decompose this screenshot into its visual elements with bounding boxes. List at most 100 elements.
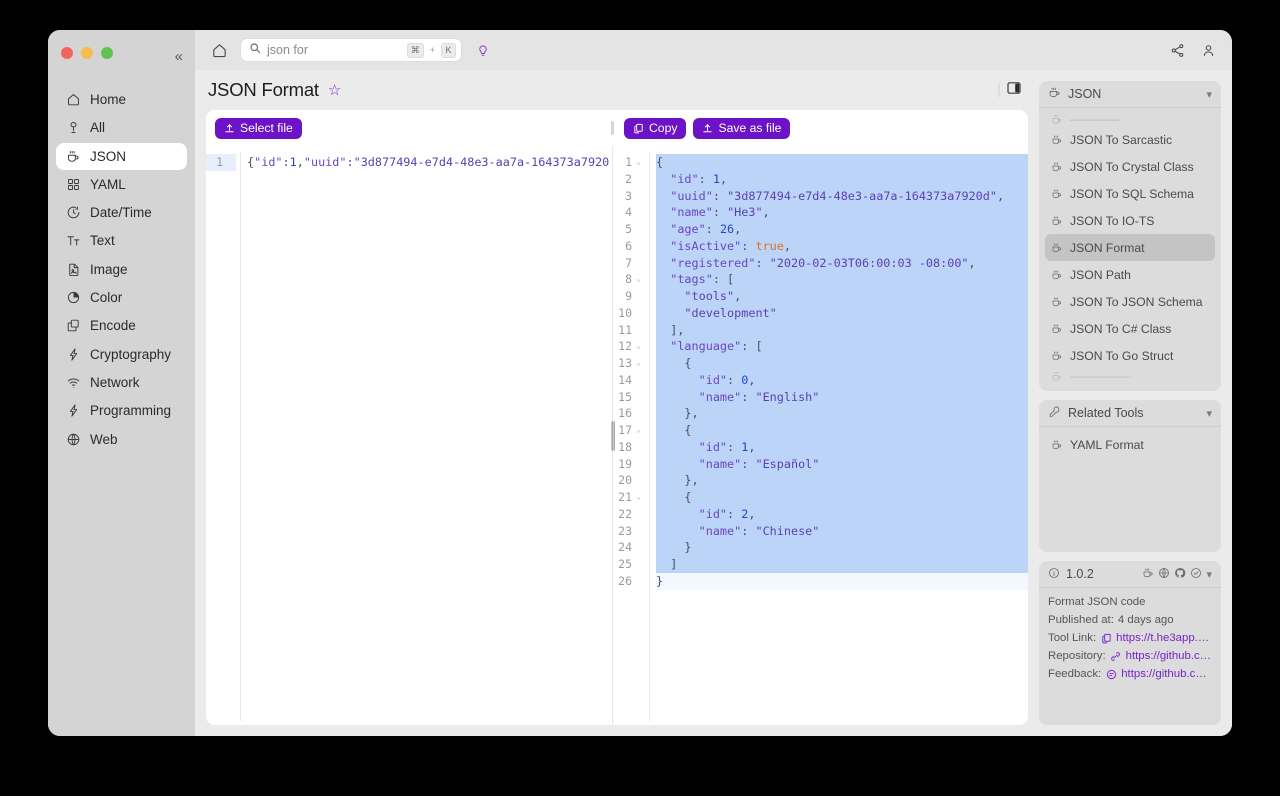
line-number: 2: [625, 171, 632, 186]
output-code[interactable]: { "id": 1, "uuid": "3d877494-e7d4-48e3-a…: [650, 146, 1028, 725]
search-value: json for: [267, 43, 308, 57]
related-tools-card: Related Tools ▾ YAML Format: [1039, 400, 1221, 552]
sidebar-item-label: YAML: [90, 176, 126, 192]
select-file-button[interactable]: Select file: [215, 117, 302, 139]
wifi-icon: [65, 374, 81, 390]
json-tool-item[interactable]: JSON To IO-TS: [1045, 207, 1215, 234]
fold-toggle-icon[interactable]: ⌄: [635, 271, 641, 288]
code-line: }: [656, 572, 1028, 590]
line-number: 10: [618, 305, 632, 320]
globe-icon[interactable]: [1158, 567, 1170, 582]
sidebar-item-home[interactable]: Home: [56, 86, 187, 113]
fold-toggle-icon[interactable]: ⌄: [635, 154, 641, 171]
lightbulb-icon[interactable]: [473, 40, 493, 60]
json-tools-title: JSON: [1068, 87, 1102, 101]
sidebar-item-yaml[interactable]: YAML: [56, 171, 187, 198]
sidebar-item-cryptography[interactable]: Cryptography: [56, 341, 187, 368]
copy-label: Copy: [649, 121, 678, 135]
sidebar-item-web[interactable]: Web: [56, 426, 187, 453]
tool-published: Published at: 4 days ago: [1048, 614, 1174, 626]
person-icon[interactable]: [1198, 40, 1218, 60]
repository-link[interactable]: https://github.com...: [1126, 650, 1212, 662]
json-tool-item[interactable]: JSON To SQL Schema: [1045, 180, 1215, 207]
json-tool-item[interactable]: JSON To Sarcastic: [1045, 126, 1215, 153]
center-column: JSON Format ☆ Select file Copy Save as f…: [195, 70, 1039, 736]
json-tool-item[interactable]: JSON To C# Class: [1045, 315, 1215, 342]
sidebar-item-json[interactable]: JSON: [56, 142, 187, 170]
json-tool-label: JSON To C# Class: [1070, 321, 1172, 336]
feedback-link[interactable]: https://github.com/...: [1121, 668, 1212, 680]
right-panel-toggle-icon[interactable]: [1006, 80, 1022, 101]
code-line: }: [656, 539, 1028, 556]
related-tools-header[interactable]: Related Tools ▾: [1039, 400, 1221, 427]
sidebar-item-date-time[interactable]: Date/Time: [56, 199, 187, 226]
copy-button[interactable]: Copy: [624, 117, 687, 139]
input-editor[interactable]: 1 {"id":1,"uuid":"3d877494-e7d4-48e3-aa7…: [206, 146, 610, 725]
code-line: {: [656, 154, 1028, 171]
collapse-sidebar-icon[interactable]: «: [175, 49, 183, 64]
json-tool-item[interactable]: JSON Path: [1045, 261, 1215, 288]
star-outline-icon[interactable]: ☆: [328, 83, 341, 98]
output-editor[interactable]: 1 ⌄ 2 3 4 5 6 7 8 ⌄ 9 10 11 12 ⌄ 13 ⌄ 14 15 16 17 ⌄ 18 19 20 21 ⌄ 2…: [615, 146, 1028, 725]
chevron-down-icon[interactable]: ▾: [1206, 407, 1212, 420]
tool-link[interactable]: https://t.he3app.co...: [1116, 632, 1212, 644]
line-number: 17 ⌄: [618, 422, 641, 439]
home-icon[interactable]: [209, 40, 229, 60]
sidebar-item-encode[interactable]: Encode: [56, 312, 187, 339]
sidebar-item-label: Cryptography: [90, 346, 172, 362]
share-icon[interactable]: [1167, 40, 1187, 60]
sidebar-item-label: Encode: [90, 318, 136, 334]
search-shortcut-plus: +: [429, 45, 435, 55]
page-header: JSON Format ☆: [206, 70, 1028, 110]
chevron-down-icon[interactable]: ▾: [1206, 568, 1212, 581]
page-title: JSON Format: [208, 79, 319, 100]
save-as-file-button[interactable]: Save as file: [693, 117, 791, 139]
code-line: "language": [: [656, 338, 1028, 355]
chevron-down-icon[interactable]: ▾: [1206, 88, 1212, 101]
code-line: {: [656, 422, 1028, 439]
input-code[interactable]: {"id":1,"uuid":"3d877494-e7d4-48e3-aa7a-…: [241, 146, 610, 725]
check-circle-icon[interactable]: [1190, 567, 1202, 582]
fold-toggle-icon[interactable]: ⌄: [635, 422, 641, 439]
code-line: "uuid": "3d877494-e7d4-48e3-aa7a-164373a…: [656, 187, 1028, 205]
code-line: "id": 0,: [656, 371, 1028, 389]
line-number: 11: [618, 322, 632, 337]
json-tool-item[interactable]: JSON To Go Struct: [1045, 342, 1215, 369]
maximize-window-button[interactable]: [101, 47, 113, 59]
line-number: 22: [618, 506, 632, 521]
code-line: "development": [656, 304, 1028, 322]
sidebar-nav-list: Home All JSON YAML Date/Time Text Image Color En…: [48, 86, 195, 453]
sidebar-item-all[interactable]: All: [56, 114, 187, 141]
input-gutter: 1: [206, 146, 240, 725]
fold-toggle-icon[interactable]: ⌄: [635, 338, 641, 355]
json-tool-item[interactable]: JSON Format: [1045, 234, 1215, 261]
minimize-window-button[interactable]: [81, 47, 93, 59]
tool-card: Select file Copy Save as file 1 {"id":1,…: [206, 110, 1028, 725]
fold-toggle-icon[interactable]: ⌄: [635, 489, 641, 506]
sidebar-item-programming[interactable]: Programming: [56, 397, 187, 424]
json-tool-item[interactable]: JSON To JSON Schema: [1045, 288, 1215, 315]
output-toolbar: Copy Save as file: [615, 117, 1028, 139]
sidebar-item-image[interactable]: Image: [56, 256, 187, 283]
cup-icon: [1051, 269, 1063, 281]
code-line: "registered": "2020-02-03T06:00:03 -08:0…: [656, 254, 1028, 272]
cup-icon[interactable]: [1142, 567, 1154, 582]
json-tools-header[interactable]: JSON ▾: [1039, 81, 1221, 108]
text-size-icon: [65, 233, 81, 249]
close-window-button[interactable]: [61, 47, 73, 59]
fold-toggle-icon[interactable]: ⌄: [635, 355, 641, 372]
search-input[interactable]: json for ⌘ + K: [240, 38, 462, 62]
sidebar-item-color[interactable]: Color: [56, 284, 187, 311]
code-line: "age": 26,: [656, 221, 1028, 238]
line-number: 18: [618, 439, 632, 454]
list-item-partial[interactable]: ————: [1045, 112, 1215, 126]
related-tool-item[interactable]: YAML Format: [1045, 431, 1215, 458]
sidebar-item-text[interactable]: Text: [56, 227, 187, 254]
list-item-partial[interactable]: —————: [1045, 369, 1215, 383]
image-file-icon: [65, 261, 81, 277]
sidebar-item-network[interactable]: Network: [56, 369, 187, 396]
github-icon[interactable]: [1174, 567, 1186, 582]
related-tool-label: YAML Format: [1070, 437, 1144, 452]
json-tool-item[interactable]: JSON To Crystal Class: [1045, 153, 1215, 180]
main-area: json for ⌘ + K JSON Format ☆ Select file…: [195, 30, 1232, 736]
